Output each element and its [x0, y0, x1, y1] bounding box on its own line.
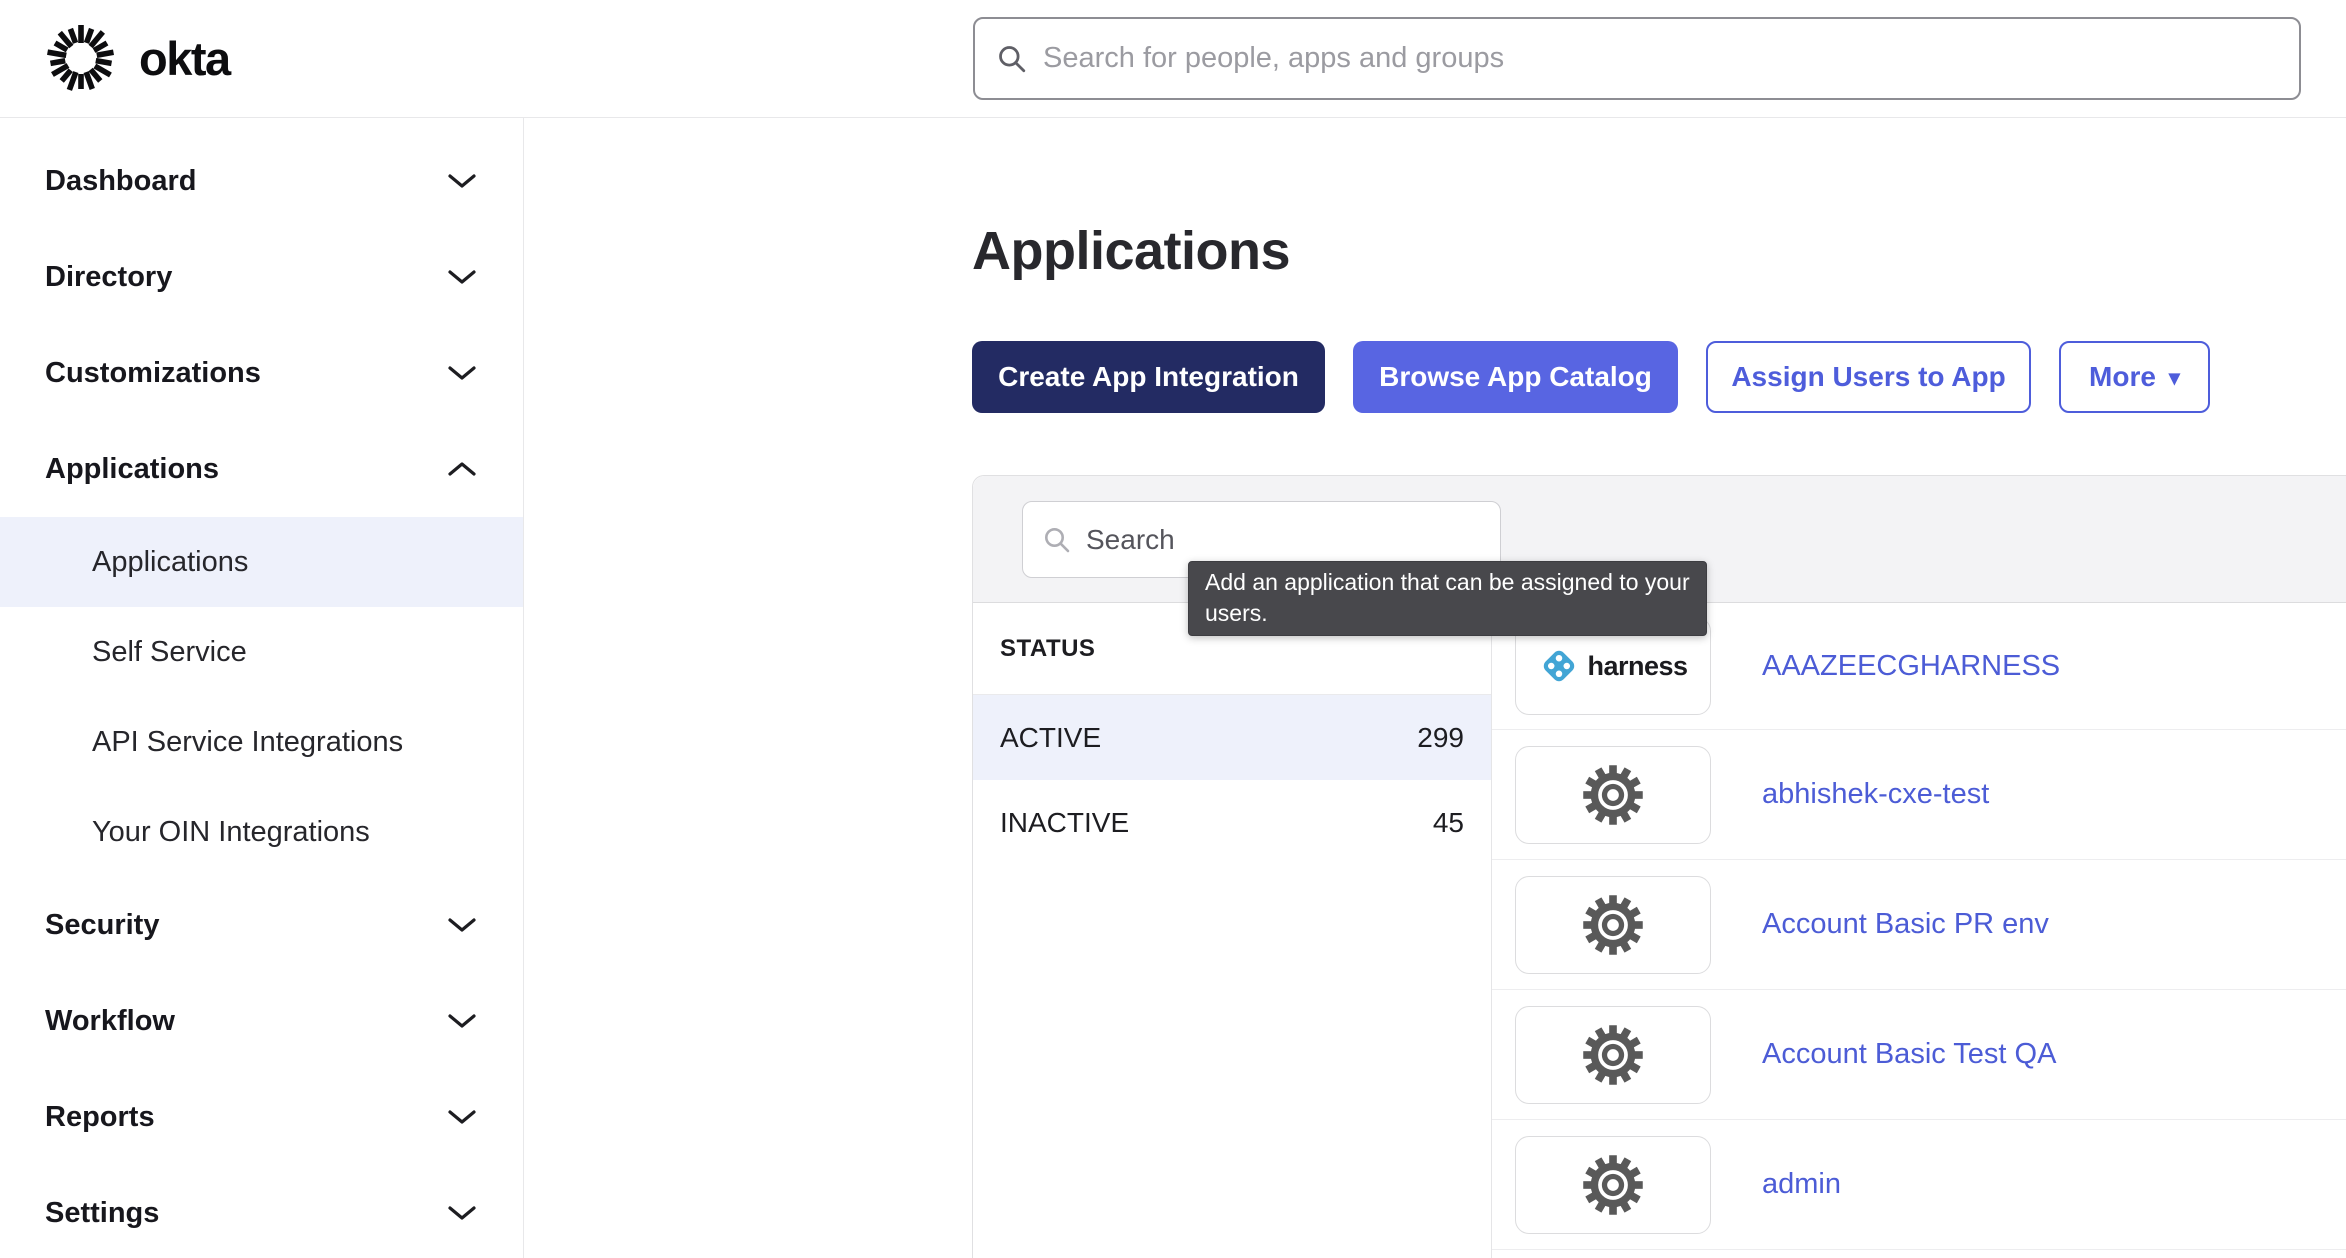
- sidebar-subitem-api-service-integrations[interactable]: API Service Integrations: [0, 697, 523, 787]
- sidebar-item-directory[interactable]: Directory: [0, 229, 523, 325]
- chevron-down-icon: [447, 1108, 477, 1126]
- app-row: Account Basic PR env: [1492, 860, 2346, 990]
- harness-icon: [1538, 645, 1580, 687]
- chevron-up-icon: [447, 460, 477, 478]
- page-title: Applications: [972, 220, 1290, 282]
- app-icon-card: [1515, 1136, 1711, 1234]
- sidebar-item-applications[interactable]: Applications: [0, 421, 523, 517]
- sidebar-item-customizations[interactable]: Customizations: [0, 325, 523, 421]
- chevron-down-icon: [447, 364, 477, 382]
- more-button[interactable]: More ▾: [2059, 341, 2210, 413]
- app-list: harness AAAZEECGHARNESS abhishek-cxe-tes…: [1492, 603, 2346, 1258]
- okta-admin-console: okta Dashboard Directory Customizations …: [0, 0, 2346, 1258]
- action-buttons: Create App Integration Browse App Catalo…: [972, 341, 2210, 413]
- sidebar-subitem-your-oin-integrations[interactable]: Your OIN Integrations: [0, 787, 523, 877]
- sidebar-subitem-applications[interactable]: Applications: [0, 517, 523, 607]
- app-icon-card: [1515, 1006, 1711, 1104]
- okta-wordmark: okta: [139, 31, 230, 86]
- chevron-down-icon: [447, 172, 477, 190]
- sidebar-subitem-self-service[interactable]: Self Service: [0, 607, 523, 697]
- active-count: 299: [1417, 722, 1464, 754]
- app-link[interactable]: admin: [1762, 1168, 1841, 1201]
- app-link[interactable]: abhishek-cxe-test: [1762, 778, 1989, 811]
- app-link[interactable]: Account Basic Test QA: [1762, 1038, 2056, 1071]
- app-icon-card: [1515, 876, 1711, 974]
- app-icon-card: [1515, 746, 1711, 844]
- create-app-integration-button[interactable]: Create App Integration: [972, 341, 1325, 413]
- gear-icon: [1579, 761, 1647, 829]
- tooltip: Add an application that can be assigned …: [1188, 561, 1707, 636]
- search-icon: [1043, 526, 1071, 554]
- chevron-down-icon: [447, 268, 477, 286]
- sidebar-item-security[interactable]: Security: [0, 877, 523, 973]
- chevron-down-icon: [447, 1012, 477, 1030]
- sidebar-item-workflow[interactable]: Workflow: [0, 973, 523, 1069]
- app-link[interactable]: AAAZEECGHARNESS: [1762, 650, 2060, 683]
- app-link[interactable]: Account Basic PR env: [1762, 908, 2049, 941]
- status-filter-inactive[interactable]: INACTIVE 45: [973, 780, 1491, 865]
- gear-icon: [1579, 891, 1647, 959]
- gear-icon: [1579, 1021, 1647, 1089]
- app-row: Account Basic Test QA: [1492, 990, 2346, 1120]
- app-row: abhishek-cxe-test: [1492, 730, 2346, 860]
- gear-icon: [1579, 1151, 1647, 1219]
- chevron-down-icon: [447, 916, 477, 934]
- sidebar-item-dashboard[interactable]: Dashboard: [0, 133, 523, 229]
- dropdown-caret-icon: ▾: [2169, 367, 2180, 389]
- panel-body: STATUS ACTIVE 299 INACTIVE 45: [973, 603, 2346, 1258]
- global-search: [973, 17, 2301, 100]
- app-search-input[interactable]: [1086, 524, 1480, 556]
- search-icon: [997, 44, 1027, 74]
- assign-users-to-app-button[interactable]: Assign Users to App: [1706, 341, 2031, 413]
- inactive-count: 45: [1433, 807, 1464, 839]
- sidebar-item-settings[interactable]: Settings: [0, 1165, 523, 1258]
- global-search-input[interactable]: [1043, 42, 2277, 75]
- chevron-down-icon: [447, 1204, 477, 1222]
- okta-logo[interactable]: okta: [45, 22, 230, 94]
- sidebar-item-reports[interactable]: Reports: [0, 1069, 523, 1165]
- status-filter-active[interactable]: ACTIVE 299: [973, 695, 1491, 780]
- app-row: admin: [1492, 1120, 2346, 1250]
- sidebar-nav: Dashboard Directory Customizations Appli…: [0, 118, 524, 1258]
- top-bar: okta: [0, 0, 2346, 118]
- status-filter: STATUS ACTIVE 299 INACTIVE 45: [973, 603, 1492, 1258]
- okta-sunburst-icon: [45, 22, 117, 94]
- browse-app-catalog-button[interactable]: Browse App Catalog: [1353, 341, 1678, 413]
